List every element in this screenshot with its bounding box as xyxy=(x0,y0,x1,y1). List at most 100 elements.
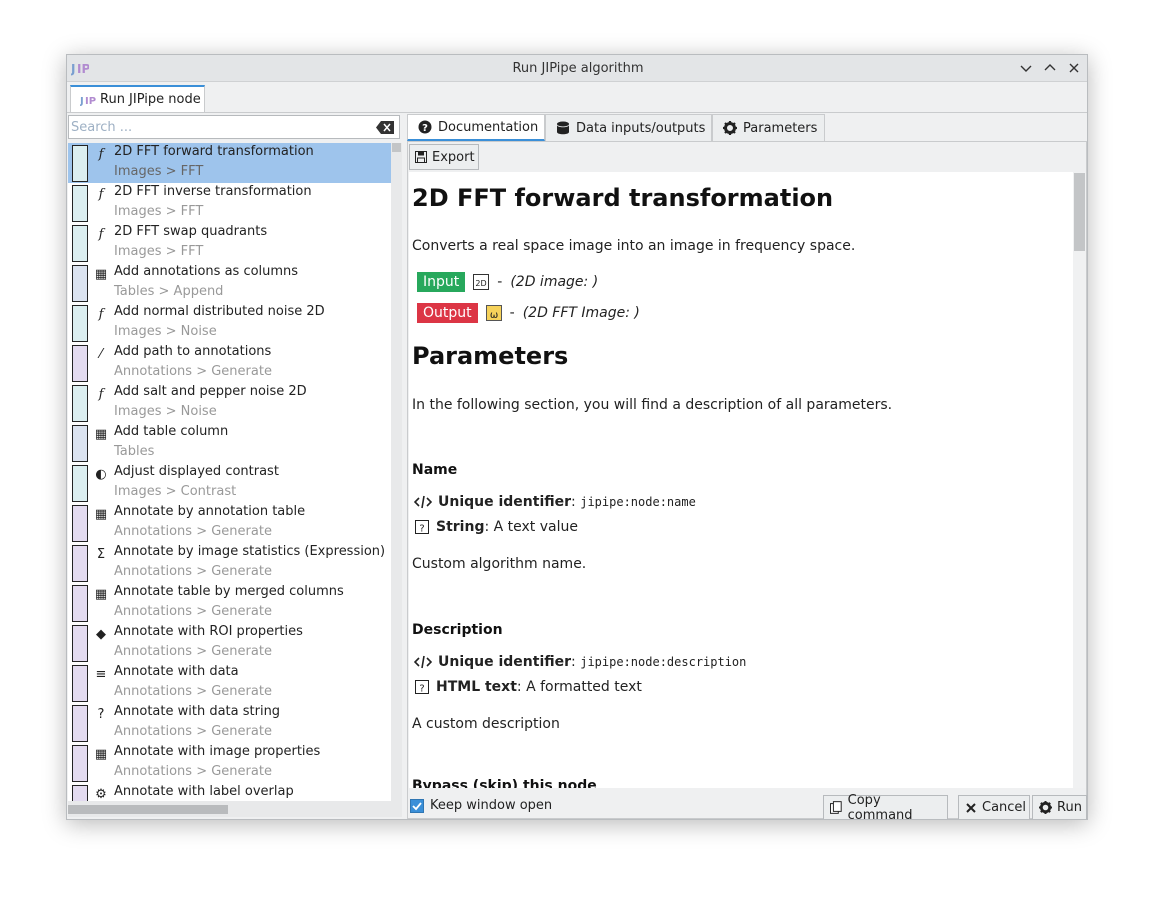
sigma-icon: Σ xyxy=(96,546,106,562)
scrollbar-thumb[interactable] xyxy=(68,805,228,814)
list-item[interactable]: ≡ Annotate with data Annotations > Generat… xyxy=(68,663,391,703)
list-item-category: Annotations > Generate xyxy=(114,684,272,699)
list-horizontal-scrollbar[interactable] xyxy=(68,801,402,817)
list-item-category: Annotations > Generate xyxy=(114,724,272,739)
list-item[interactable]: ▦ Add annotations as columns Tables > Appe… xyxy=(68,263,391,303)
list-item-name: Adjust displayed contrast xyxy=(114,464,279,479)
list-item[interactable]: f 2D FFT swap quadrants Images > FFT xyxy=(68,223,391,263)
param-id-label: Unique identifier xyxy=(438,494,572,510)
list-item[interactable]: ▦ Annotate by annotation table Annotations… xyxy=(68,503,391,543)
close-icon xyxy=(966,802,976,813)
tab-data-label: Data inputs/outputs xyxy=(576,120,706,136)
cancel-button[interactable]: Cancel xyxy=(958,795,1030,819)
list-item[interactable]: ◐ Adjust displayed contrast Images > Contr… xyxy=(68,463,391,503)
code-icon xyxy=(414,655,432,669)
list-item-name: Annotate with label overlap xyxy=(114,784,294,799)
help-icon: ? xyxy=(418,120,432,134)
list-item-category: Images > Noise xyxy=(114,404,217,419)
doc-vertical-scrollbar[interactable] xyxy=(1073,172,1086,788)
list-item-name: Add path to annotations xyxy=(114,344,272,359)
list-item[interactable]: ▦ Annotate table by merged columns Annotat… xyxy=(68,583,391,623)
node-tab-strip: J IP Run JIPipe node xyxy=(67,83,1087,113)
window-title: Run JIPipe algorithm xyxy=(512,61,644,76)
list-item-name: Annotate by annotation table xyxy=(114,504,306,519)
list-item-category: Images > FFT xyxy=(114,164,204,179)
list-item[interactable]: ? Annotate with data string Annotations > … xyxy=(68,703,391,743)
category-color-swatch xyxy=(72,585,88,622)
function-icon: f xyxy=(98,226,104,242)
svg-text:?: ? xyxy=(419,684,424,695)
output-badge: Output xyxy=(417,303,478,323)
list-item[interactable]: ▦ Add table column Tables xyxy=(68,423,391,463)
documentation-content: 2D FFT forward transformation Converts a… xyxy=(409,172,1073,788)
node-browser: f 2D FFT forward transformation Images > F… xyxy=(67,113,403,819)
param-identifier: Unique identifier: jipipe:node:name xyxy=(414,494,696,510)
tab-run-node[interactable]: J IP Run JIPipe node xyxy=(70,85,205,112)
input-type-text: (2D image: ) xyxy=(510,274,599,290)
doc-title: 2D FFT forward transformation xyxy=(412,184,834,212)
tab-data-inputs-outputs[interactable]: Data inputs/outputs xyxy=(545,114,712,141)
category-color-swatch xyxy=(72,225,88,262)
jipipe-logo-icon: J IP xyxy=(80,96,96,107)
category-color-swatch xyxy=(72,665,88,702)
keep-open-checkbox[interactable]: Keep window open xyxy=(410,798,552,813)
question-box-icon: ? xyxy=(415,680,429,695)
param-type-desc: A formatted text xyxy=(526,679,642,695)
minimize-icon[interactable] xyxy=(1017,59,1035,77)
svg-text:IP: IP xyxy=(85,96,96,107)
documentation-panel: Export 2D FFT forward transformation Con… xyxy=(407,141,1087,819)
list-item[interactable]: Σ Annotate by image statistics (Expressio… xyxy=(68,543,391,583)
output-type-text: (2D FFT Image: ) xyxy=(522,305,640,321)
checkbox-checked-icon[interactable] xyxy=(410,798,424,813)
list-item-name: Add salt and pepper noise 2D xyxy=(114,384,307,399)
save-icon xyxy=(415,151,427,163)
input-badge: Input xyxy=(417,272,466,292)
list-item-name: Annotate table by merged columns xyxy=(114,584,344,599)
list-item[interactable]: ◆ Annotate with ROI properties Annotations… xyxy=(68,623,391,663)
category-color-swatch xyxy=(72,265,88,302)
tab-documentation[interactable]: ? Documentation xyxy=(407,114,545,141)
category-color-swatch xyxy=(72,185,88,222)
list-item-name: Add normal distributed noise 2D xyxy=(114,304,325,319)
table-icon: ▦ xyxy=(94,506,108,522)
list-item[interactable]: f Add salt and pepper noise 2D Images > No… xyxy=(68,383,391,423)
list-item-name: 2D FFT forward transformation xyxy=(114,144,314,159)
copy-command-button[interactable]: Copy command xyxy=(823,793,948,819)
table-add-icon: ▦ xyxy=(94,266,108,282)
list-item-category: Annotations > Generate xyxy=(114,364,272,379)
list-item[interactable]: ⁄ Add path to annotations Annotations > Ge… xyxy=(68,343,391,383)
table-icon: ▦ xyxy=(94,586,108,602)
param-type-desc: A text value xyxy=(493,519,578,535)
category-color-swatch xyxy=(72,505,88,542)
tab-parameters-label: Parameters xyxy=(743,120,818,136)
category-color-swatch xyxy=(72,385,88,422)
list-item[interactable]: ▦ Annotate with image properties Annotatio… xyxy=(68,743,391,783)
clear-search-icon[interactable] xyxy=(376,121,394,134)
list-item[interactable]: f 2D FFT inverse transformation Images > F… xyxy=(68,183,391,223)
param-type-label: HTML text xyxy=(436,679,517,695)
close-icon[interactable] xyxy=(1065,59,1083,77)
export-button[interactable]: Export xyxy=(409,144,479,170)
list-item-category: Images > FFT xyxy=(114,244,204,259)
list-item-category: Annotations > Generate xyxy=(114,604,272,619)
scrollbar-thumb[interactable] xyxy=(1074,173,1085,251)
code-icon xyxy=(414,495,432,509)
list-vertical-scrollbar[interactable] xyxy=(391,143,402,801)
image-2d-icon: 2D xyxy=(473,274,490,290)
scrollbar-thumb[interactable] xyxy=(392,143,401,152)
list-item[interactable]: f Add normal distributed noise 2D Images >… xyxy=(68,303,391,343)
footer-bar: Keep window open Copy command Cancel Run xyxy=(408,792,1087,819)
output-dash: - xyxy=(509,305,515,321)
maximize-icon[interactable] xyxy=(1041,59,1059,77)
list-item-name: 2D FFT inverse transformation xyxy=(114,184,312,199)
search-input[interactable] xyxy=(71,119,371,135)
list-item[interactable]: ⚙ Annotate with label overlap xyxy=(68,783,391,801)
function-icon: f xyxy=(98,306,104,322)
table-icon: ▦ xyxy=(94,746,108,762)
run-button[interactable]: Run xyxy=(1032,795,1087,819)
list-item[interactable]: f 2D FFT forward transformation Images > F… xyxy=(68,143,391,183)
tag-icon: ◆ xyxy=(96,626,106,642)
node-list[interactable]: f 2D FFT forward transformation Images > F… xyxy=(68,143,391,801)
tab-parameters[interactable]: Parameters xyxy=(712,114,825,141)
export-label: Export xyxy=(432,149,475,165)
